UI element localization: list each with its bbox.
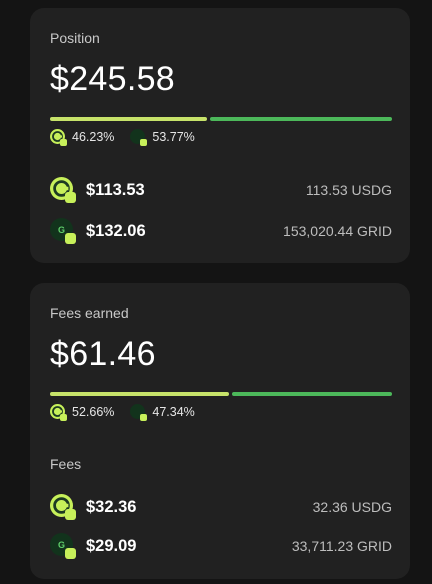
fees-pct-grid-label: 47.34% (152, 405, 195, 419)
usdg-icon (50, 494, 76, 520)
position-token-row-usdg: $113.53 113.53 USDG (50, 176, 392, 204)
usdg-icon (50, 128, 67, 146)
grid-icon: G (130, 403, 148, 421)
fees-pct-usdg-label: 52.66% (72, 405, 115, 419)
fees-split-usdg (50, 392, 229, 396)
token-usd-value: $32.36 (86, 497, 137, 516)
fees-split-bar (50, 392, 392, 396)
position-token-row-grid: G $132.06 153,020.44 GRID (50, 217, 392, 245)
position-pct-grid-label: 53.77% (152, 130, 195, 144)
position-split-usdg (50, 117, 207, 121)
grid-icon: G (50, 218, 76, 244)
position-total: $245.58 (50, 60, 176, 98)
fees-token-row-usdg: $32.36 32.36 USDG (50, 493, 392, 521)
position-card: Position $245.58 46.23% G 53.77% (30, 8, 410, 263)
usdg-icon (50, 403, 67, 421)
position-pct-row: 46.23% G 53.77% (50, 128, 211, 146)
fees-card: Fees earned $61.46 52.66% G 47.34% Fees (30, 283, 410, 579)
grid-icon: G (50, 533, 76, 559)
fees-sub-label: Fees (50, 456, 82, 472)
position-pct-grid: G 53.77% (130, 128, 195, 146)
token-amount: 33,711.23 GRID (291, 538, 392, 554)
position-title: Position (50, 30, 100, 46)
token-usd-value: $29.09 (86, 536, 137, 555)
usdg-icon (50, 177, 76, 203)
grid-icon: G (130, 128, 148, 146)
fees-pct-grid: G 47.34% (130, 403, 195, 421)
fees-pct-usdg: 52.66% (50, 403, 115, 421)
token-amount: 32.36 USDG (312, 499, 392, 515)
fees-token-row-grid: G $29.09 33,711.23 GRID (50, 532, 392, 560)
fees-split-grid (231, 392, 392, 396)
position-pct-usdg: 46.23% (50, 128, 115, 146)
position-split-grid (209, 117, 392, 121)
fees-total: $61.46 (50, 335, 156, 373)
token-amount: 153,020.44 GRID (283, 223, 392, 239)
position-split-bar (50, 117, 392, 121)
fees-pct-row: 52.66% G 47.34% (50, 403, 211, 421)
token-usd-value: $132.06 (86, 221, 146, 240)
position-pct-usdg-label: 46.23% (72, 130, 115, 144)
fees-title: Fees earned (50, 305, 129, 321)
token-usd-value: $113.53 (86, 180, 145, 199)
token-amount: 113.53 USDG (305, 182, 392, 198)
